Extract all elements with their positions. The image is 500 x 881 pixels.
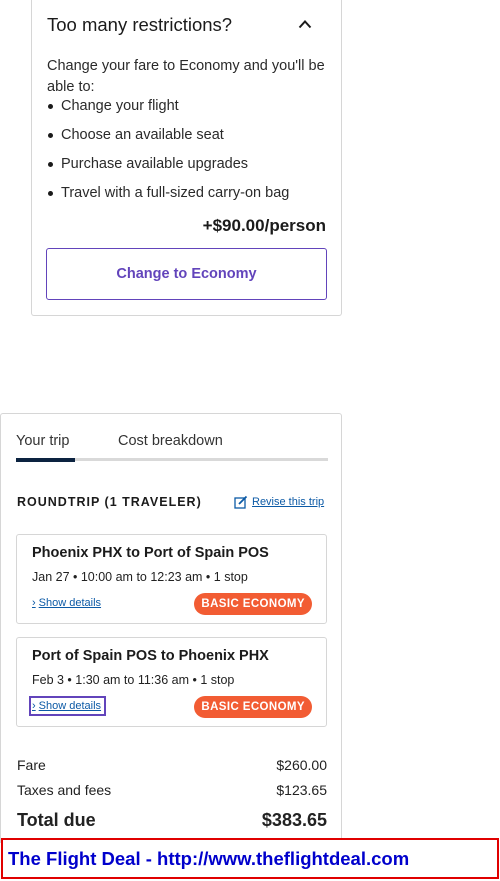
chevron-up-icon[interactable] <box>298 19 312 29</box>
edit-icon <box>234 495 248 509</box>
flight-segment-return: Port of Spain POS to Phoenix PHX Feb 3 •… <box>16 637 327 727</box>
segment-route: Port of Spain POS to Phoenix PHX <box>32 648 269 664</box>
total-label: Total due <box>17 810 96 830</box>
benefit-item: Purchase available upgrades <box>47 154 289 183</box>
tab-cost-breakdown[interactable]: Cost breakdown <box>118 433 223 449</box>
revise-trip-label[interactable]: Revise this trip <box>252 496 324 508</box>
change-to-economy-button[interactable]: Change to Economy <box>46 248 327 300</box>
trip-tabs: Your trip Cost breakdown <box>16 433 328 463</box>
show-details-link[interactable]: › Show details <box>28 696 107 716</box>
roundtrip-label: ROUNDTRIP (1 TRAVELER) <box>17 495 202 509</box>
show-details-link[interactable]: › Show details <box>32 596 103 610</box>
fare-restrictions-card: Too many restrictions? Change your fare … <box>31 0 342 316</box>
taxes-value: $123.65 <box>276 782 327 798</box>
upgrade-price: +$90.00/person <box>202 216 326 235</box>
fare-class-badge: BASIC ECONOMY <box>194 696 312 718</box>
fare-label: Fare <box>17 757 46 773</box>
benefits-list: Change your flight Choose an available s… <box>47 96 289 212</box>
trip-summary-card: Your trip Cost breakdown ROUNDTRIP (1 TR… <box>0 413 342 843</box>
benefit-item: Choose an available seat <box>47 125 289 154</box>
revise-trip-link[interactable]: Revise this trip <box>234 495 324 509</box>
benefit-item: Travel with a full-sized carry-on bag <box>47 183 289 212</box>
watermark-banner: The Flight Deal - http://www.theflightde… <box>1 838 499 879</box>
fare-row: Fare $260.00 <box>17 757 327 773</box>
segment-time: Feb 3 • 1:30 am to 11:36 am • 1 stop <box>32 673 235 687</box>
taxes-label: Taxes and fees <box>17 782 112 798</box>
fare-class-badge: BASIC ECONOMY <box>194 593 312 615</box>
total-row: Total due $383.65 <box>17 810 327 831</box>
restrictions-title: Too many restrictions? <box>47 14 233 35</box>
segment-time: Jan 27 • 10:00 am to 12:23 am • 1 stop <box>32 570 248 584</box>
tab-your-trip[interactable]: Your trip <box>16 433 69 449</box>
chevron-right-icon: › <box>32 700 36 712</box>
flight-segment-outbound: Phoenix PHX to Port of Spain POS Jan 27 … <box>16 534 327 624</box>
fare-value: $260.00 <box>276 757 327 773</box>
active-tab-indicator <box>16 458 75 462</box>
show-details-label[interactable]: Show details <box>39 700 101 712</box>
taxes-row: Taxes and fees $123.65 <box>17 782 327 798</box>
restrictions-intro: Change your fare to Economy and you'll b… <box>47 58 325 95</box>
total-value: $383.65 <box>261 810 327 830</box>
show-details-label[interactable]: Show details <box>39 597 101 609</box>
segment-route: Phoenix PHX to Port of Spain POS <box>32 545 269 561</box>
chevron-right-icon: › <box>32 597 36 609</box>
benefit-item: Change your flight <box>47 96 289 125</box>
